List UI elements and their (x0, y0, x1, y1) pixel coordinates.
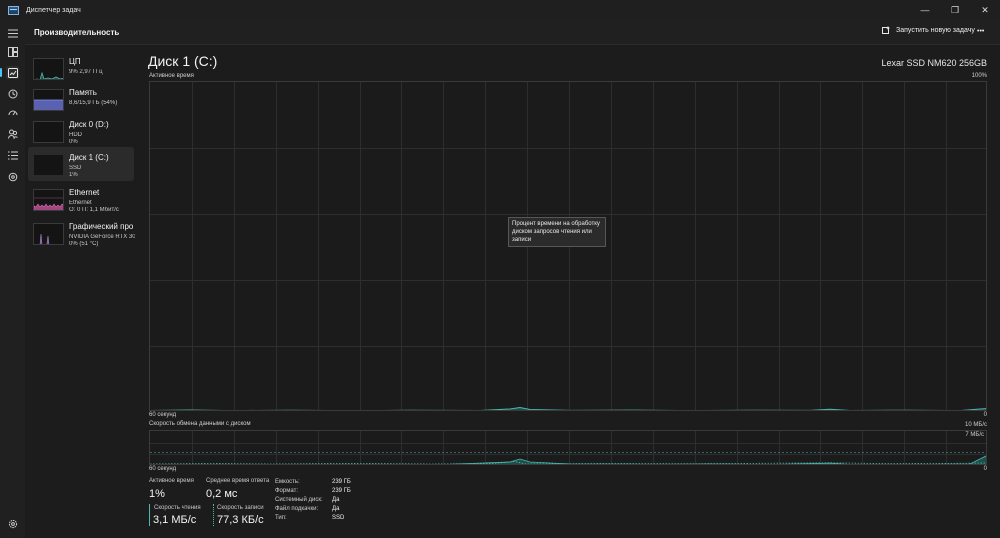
info-format-value: 239 ГБ (332, 488, 351, 494)
device-name: ЦП (69, 57, 81, 66)
active-graph-x-right: 0 (983, 412, 987, 418)
close-button[interactable]: ✕ (970, 0, 1000, 20)
write-speed-label: Скорость записи (217, 505, 264, 511)
info-page-file-value: Да (332, 506, 340, 512)
task-manager-icon (8, 5, 19, 15)
active-time-graph[interactable]: Процент времени на обработку диском запр… (149, 81, 987, 411)
disk0-thumbnail-graph (33, 121, 64, 143)
maximize-button[interactable]: ❐ (940, 0, 970, 20)
window-title: Диспетчер задач (26, 6, 81, 14)
new-task-icon (882, 26, 890, 34)
write-speed-indicator (213, 504, 214, 526)
device-usage: 0% (69, 139, 78, 145)
gpu-thumbnail-graph (33, 223, 64, 245)
info-type-value: SSD (332, 515, 345, 521)
device-name: Диск 0 (D:) (69, 120, 109, 129)
read-speed-indicator (149, 504, 150, 526)
disk-detail-panel: Диск 1 (C:) Lexar SSD NM620 256GB Активн… (137, 46, 1000, 538)
info-page-file-key: Файл подкачки: (275, 506, 319, 512)
run-new-task-button[interactable]: Запустить новую задачу (882, 26, 975, 35)
disk-model: Lexar SSD NM620 256GB (881, 58, 987, 68)
device-item-ethernet[interactable]: Ethernet Ethernet О: 0 П: 1,1 Мбит/с (28, 182, 134, 214)
minimize-button[interactable]: — (910, 0, 940, 20)
read-speed-value: 3,1 МБ/с (153, 514, 197, 526)
device-detail: HDD (69, 132, 82, 138)
details-icon[interactable] (6, 149, 19, 162)
info-capacity-value: 239 ГБ (332, 479, 351, 485)
active-time-stat-label: Активное время (149, 478, 194, 484)
page-title: Производительность (34, 28, 120, 37)
device-item-disk-1[interactable]: Диск 1 (C:) SSD 1% (28, 147, 134, 181)
transfer-rate-graph-canvas (150, 431, 986, 464)
ethernet-thumbnail-graph (33, 189, 64, 211)
services-icon[interactable] (6, 170, 19, 183)
graph-tooltip: Процент времени на обработку диском запр… (508, 217, 606, 247)
device-detail: 8,6/15,9 ГБ (54%) (69, 100, 118, 106)
transfer-graph-label: Скорость обмена данными с диском (149, 421, 251, 427)
disk-title: Диск 1 (C:) (148, 53, 218, 69)
users-icon[interactable] (6, 127, 19, 140)
device-detail: Ethernet (69, 200, 92, 206)
info-system-disk-key: Системный диск: (275, 497, 323, 503)
transfer-graph-x-left: 60 секунд (149, 466, 177, 472)
memory-thumbnail-graph (33, 89, 64, 111)
device-name: Графический про (69, 222, 134, 231)
write-speed-value: 77,3 КБ/с (217, 514, 264, 526)
active-time-graph-max: 100% (971, 73, 987, 79)
device-usage: 1% (69, 172, 78, 178)
disk1-thumbnail-graph (33, 154, 64, 176)
device-detail: 9% 2,97 ГГц (69, 69, 103, 75)
info-type-key: Тип: (275, 515, 287, 521)
window-controls: — ❐ ✕ (910, 0, 1000, 20)
performance-icon[interactable] (0, 66, 19, 79)
active-time-stat-value: 1% (149, 488, 165, 500)
menu-icon[interactable] (6, 27, 19, 40)
device-detail: SSD (69, 165, 82, 171)
device-list: ЦП 9% 2,97 ГГц Память 8,6/15,9 ГБ (54%) … (25, 46, 137, 538)
nav-rail (0, 20, 25, 538)
settings-icon[interactable] (6, 517, 19, 530)
read-speed-label: Скорость чтения (154, 505, 201, 511)
info-capacity-key: Емкость: (275, 479, 300, 485)
device-usage: 0% (51 °C) (69, 241, 99, 247)
device-item-disk-0[interactable]: Диск 0 (D:) HDD 0% (28, 114, 134, 146)
avg-response-stat-value: 0,2 мс (206, 488, 238, 500)
more-options-button[interactable]: ••• (977, 28, 984, 35)
transfer-graph-max: 10 МБ/с (965, 422, 987, 428)
transfer-rate-graph[interactable]: 7 МБ/с (149, 430, 987, 465)
info-format-key: Формат: (275, 488, 298, 494)
device-item-cpu[interactable]: ЦП 9% 2,97 ГГц (28, 51, 134, 83)
app-history-icon[interactable] (6, 87, 19, 100)
device-name: Память (69, 88, 97, 97)
startup-icon[interactable] (6, 107, 19, 120)
device-item-memory[interactable]: Память 8,6/15,9 ГБ (54%) (28, 82, 134, 114)
avg-response-stat-label: Среднее время ответа (206, 478, 270, 484)
info-system-disk-value: Да (332, 497, 340, 503)
device-item-gpu[interactable]: Графический про NVIDIA GeForce RTX 306 0… (28, 216, 135, 248)
run-new-task-label: Запустить новую задачу (896, 27, 975, 34)
device-detail: NVIDIA GeForce RTX 306 (69, 234, 135, 240)
device-name: Ethernet (69, 188, 100, 197)
header: Производительность Запустить новую задач… (25, 20, 1000, 45)
title-bar: Диспетчер задач — ❐ ✕ (0, 0, 1000, 20)
cpu-thumbnail-graph (33, 58, 64, 80)
transfer-graph-x-right: 0 (983, 466, 987, 472)
device-usage: О: 0 П: 1,1 Мбит/с (69, 207, 119, 213)
active-time-graph-label: Активное время (149, 73, 194, 79)
active-graph-x-left: 60 секунд (149, 412, 177, 418)
transfer-graph-secondary-max: 7 МБ/с (965, 432, 984, 438)
device-name: Диск 1 (C:) (69, 153, 109, 162)
processes-icon[interactable] (6, 45, 19, 58)
